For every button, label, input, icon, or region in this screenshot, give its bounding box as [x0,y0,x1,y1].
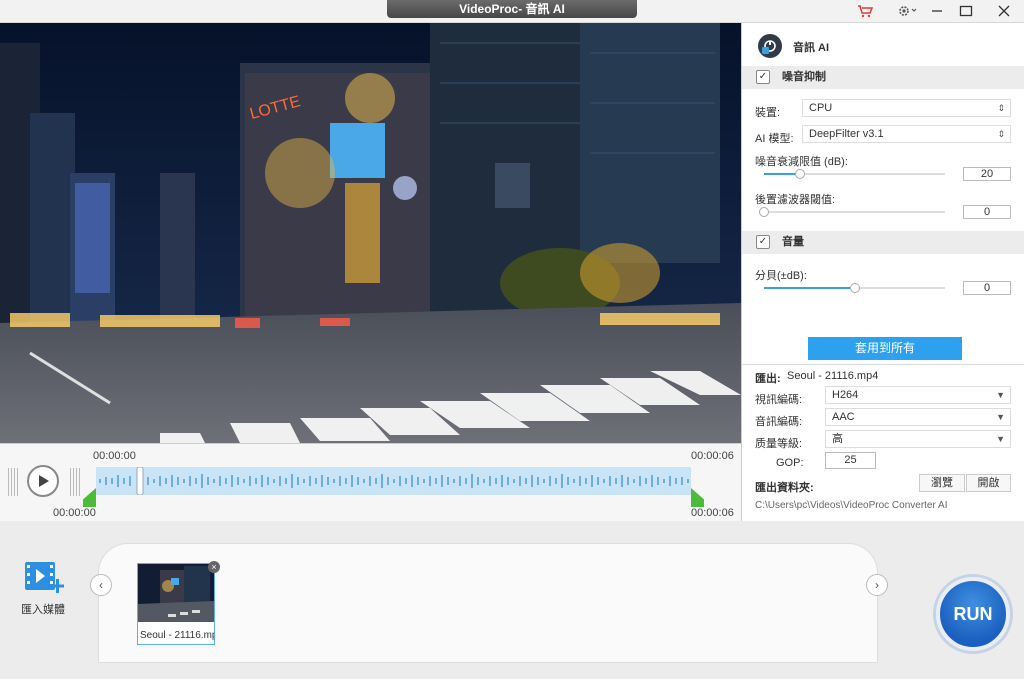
quality-label: 质量等級: [755,438,803,450]
volume-checkbox[interactable]: ✓ [756,235,770,249]
video-codec-value: H264 [832,389,859,401]
run-button[interactable]: RUN [936,577,1010,651]
attenuation-input[interactable]: 20 [963,167,1011,181]
playhead[interactable] [136,466,144,496]
ai-model-value: DeepFilter v3.1 [809,128,884,140]
timeline-end-time: 00:00:06 [691,450,734,462]
remove-clip-icon[interactable]: × [208,561,220,573]
trim-end-handle[interactable] [691,488,704,507]
db-input[interactable]: 0 [963,281,1011,295]
audio-ai-panel: 音訊 AI ✓ 噪音抑制 裝置: CPU ⇕ AI 模型: DeepFilter… [741,23,1024,521]
export-folder-label: 匯出資料夾: [755,482,814,494]
quality-value: 高 [832,433,843,445]
apply-to-all-button[interactable]: 套用到所有 [808,337,962,360]
panel-title: 音訊 AI [793,42,830,54]
panel-header: 音訊 AI [742,23,1024,68]
db-slider-fill [764,287,855,289]
divider [742,364,1024,365]
left-grip [8,468,18,496]
export-filename: Seoul - 21116.mp4 [787,370,879,382]
postfilter-slider[interactable] [759,207,945,217]
noise-suppression-checkbox[interactable]: ✓ [756,70,770,84]
clip-thumbnail [138,564,214,622]
right-grip [70,468,80,496]
maximize-icon[interactable] [956,2,976,20]
video-codec-select[interactable]: H264 ▼ [825,386,1011,404]
attenuation-label: 噪音衰減限值 (dB): [755,156,848,168]
chevron-right-icon[interactable]: › [866,574,888,596]
db-label: 分貝(±dB): [755,270,807,282]
audio-waveform[interactable] [96,466,691,496]
ai-model-label: AI 模型: [755,133,794,145]
device-select[interactable]: CPU ⇕ [802,99,1011,117]
audio-codec-select[interactable]: AAC ▼ [825,408,1011,426]
db-slider[interactable] [764,283,945,293]
video-preview: LOTTE [0,23,741,443]
trim-end-time: 00:00:06 [691,507,734,519]
chevron-down-icon: ▼ [996,434,1005,444]
volume-header[interactable]: ✓ 音量 [742,231,1024,254]
device-label: 裝置: [755,107,781,119]
quality-select[interactable]: 高 ▼ [825,430,1011,448]
db-slider-knob[interactable] [849,283,860,293]
volume-title: 音量 [782,236,804,248]
noise-suppression-header[interactable]: ✓ 噪音抑制 [742,66,1024,89]
device-value: CPU [809,102,833,114]
export-label: 匯出: [755,373,781,385]
audio-codec-value: AAC [832,411,855,423]
import-media-label: 匯入媒體 [21,604,65,616]
attenuation-slider[interactable] [764,169,945,179]
video-codec-label: 視訊編碼: [755,394,803,406]
clip-name: Seoul - 21116.mp4 [140,630,214,641]
media-clip[interactable]: Seoul - 21116.mp4 × [137,561,220,645]
timeline-start-time: 00:00:00 [93,450,136,462]
export-folder-path: C:\Users\pc\Videos\VideoProc Converter A… [755,500,948,511]
trim-start-time: 00:00:00 [53,507,96,519]
chevron-down-icon: ▼ [996,412,1005,422]
import-media-button[interactable]: 匯入媒體 [18,559,68,617]
gop-label: GOP: [776,457,804,469]
updown-icon: ⇕ [997,103,1005,113]
waveform-graphic [99,466,689,496]
postfilter-label: 後置濾波器閾值: [755,194,836,206]
audio-codec-label: 音訊編碼: [755,416,803,428]
audio-ai-icon [758,34,782,58]
title-bar: VideoProc- 音訊 AI [0,0,1024,23]
timeline: 00:00:00 00:00:06 00:00:00 00:00:06 [0,443,741,521]
gear-icon[interactable] [893,2,921,20]
postfilter-input[interactable]: 0 [963,205,1011,219]
import-icon [25,562,64,593]
chevron-left-icon[interactable]: ‹ [90,574,112,596]
noise-suppression-title: 噪音抑制 [782,71,826,83]
minimize-icon[interactable] [927,2,947,20]
window-title: VideoProc- 音訊 AI [387,0,637,18]
video-frame-image: LOTTE [0,23,741,443]
attenuation-slider-knob[interactable] [795,169,806,179]
updown-icon: ⇕ [997,129,1005,139]
chevron-down-icon: ▼ [996,390,1005,400]
trim-start-handle[interactable] [83,488,96,507]
ai-model-select[interactable]: DeepFilter v3.1 ⇕ [802,125,1011,143]
play-icon [39,475,49,487]
media-area: 匯入媒體 ‹ › Seoul - 21116.mp4 × RUN [0,521,1024,679]
browse-button[interactable]: 瀏覽 [919,474,965,492]
cart-icon[interactable] [855,2,875,20]
open-folder-button[interactable]: 開啟 [966,474,1011,492]
play-button[interactable] [27,465,59,497]
postfilter-slider-knob[interactable] [759,207,769,217]
gop-input[interactable]: 25 [825,452,876,469]
close-icon[interactable] [994,2,1014,20]
